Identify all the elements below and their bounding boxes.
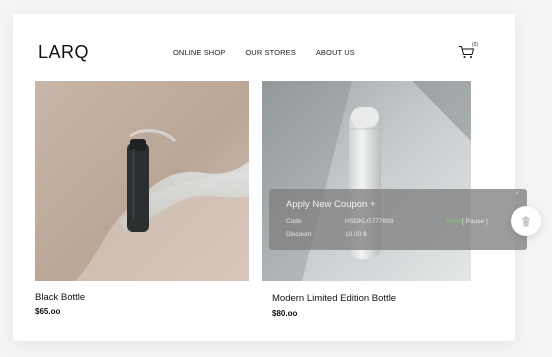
product-name-1[interactable]: Black Bottle	[35, 292, 85, 303]
product-price-1: $65.oo	[35, 307, 61, 316]
coupon-code-value: HSDKLG777893	[345, 218, 394, 225]
product-price-2: $80.oo	[272, 309, 298, 318]
trash-icon	[522, 216, 530, 226]
delete-button[interactable]	[511, 206, 541, 236]
coupon-pause-button[interactable]: [ Pause ]	[462, 218, 488, 225]
close-icon[interactable]: ×	[515, 191, 519, 197]
product-name-2[interactable]: Modern Limited Edition Bottle	[272, 293, 396, 304]
main-nav: ONLINE SHOP OUR STORES ABOUT US	[173, 48, 355, 57]
coupon-discount-value: 10.00 $	[345, 231, 367, 238]
apply-coupon-button[interactable]: Apply New Coupon +	[286, 199, 376, 210]
product-image-modern-bottle[interactable]	[262, 81, 471, 281]
nav-our-stores[interactable]: OUR STORES	[245, 48, 295, 57]
brand-logo[interactable]: LARQ	[38, 42, 89, 63]
coupon-status-active[interactable]: Active	[445, 218, 463, 225]
coupon-panel: Apply New Coupon + × Code HSDKLG777893 A…	[269, 189, 527, 250]
product-image-black-bottle[interactable]	[35, 81, 249, 281]
main-card: LARQ ONLINE SHOP OUR STORES ABOUT US (0)	[13, 14, 515, 341]
cart-count: (0)	[472, 42, 479, 48]
coupon-discount-label: Discount	[286, 231, 312, 238]
coupon-code-label: Code	[286, 218, 302, 225]
nav-about-us[interactable]: ABOUT US	[316, 48, 355, 57]
nav-online-shop[interactable]: ONLINE SHOP	[173, 48, 225, 57]
